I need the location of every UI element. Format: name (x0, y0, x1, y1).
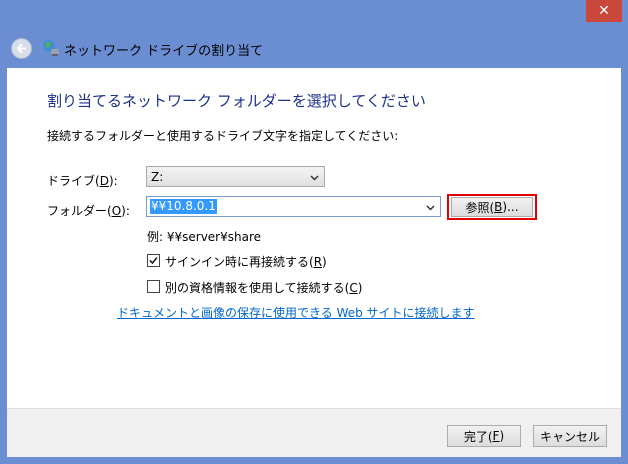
drive-label: ドライブ(D): (47, 174, 118, 188)
cancel-button[interactable]: キャンセル (533, 425, 607, 447)
network-drive-icon (43, 40, 59, 56)
back-button[interactable] (11, 38, 32, 59)
folder-label: フォルダー(O): (47, 204, 130, 218)
checkmark-icon (149, 256, 158, 265)
close-icon: ✕ (598, 3, 610, 19)
reconnect-label[interactable]: サインイン時に再接続する(R) (165, 253, 327, 270)
example-text: 例: ¥¥server¥share (147, 230, 262, 244)
dialog-window: ✕ ネットワーク ドライブの割り当て 割り当てるネットワーク フォルダーを選択し… (0, 0, 628, 464)
chevron-down-icon[interactable] (426, 203, 435, 212)
finish-button[interactable]: 完了(F) (447, 425, 521, 447)
dialog-footer: 完了(F) キャンセル (7, 408, 621, 457)
close-button[interactable]: ✕ (586, 0, 622, 22)
reconnect-checkbox[interactable] (147, 254, 160, 267)
dialog-header: ネットワーク ドライブの割り当て (0, 30, 628, 68)
folder-value: ¥¥10.8.0.1 (150, 199, 217, 214)
browse-button[interactable]: 参照(B)... (451, 197, 533, 217)
back-arrow-icon (16, 43, 26, 54)
drive-value: Z: (151, 170, 164, 184)
dialog-content: 割り当てるネットワーク フォルダーを選択してください 接続するフォルダーと使用す… (7, 68, 621, 457)
folder-input[interactable]: ¥¥10.8.0.1 (146, 196, 441, 217)
credentials-label[interactable]: 別の資格情報を使用して接続する(C) (165, 279, 362, 296)
credentials-checkbox[interactable] (147, 280, 160, 293)
page-heading: 割り当てるネットワーク フォルダーを選択してください (47, 92, 426, 110)
window-title: ネットワーク ドライブの割り当て (64, 44, 264, 59)
drive-select[interactable]: Z: (146, 166, 325, 187)
instruction-text: 接続するフォルダーと使用するドライブ文字を指定してください: (47, 129, 399, 143)
web-site-link[interactable]: ドキュメントと画像の保存に使用できる Web サイトに接続します (117, 304, 475, 321)
chevron-down-icon (310, 175, 319, 181)
